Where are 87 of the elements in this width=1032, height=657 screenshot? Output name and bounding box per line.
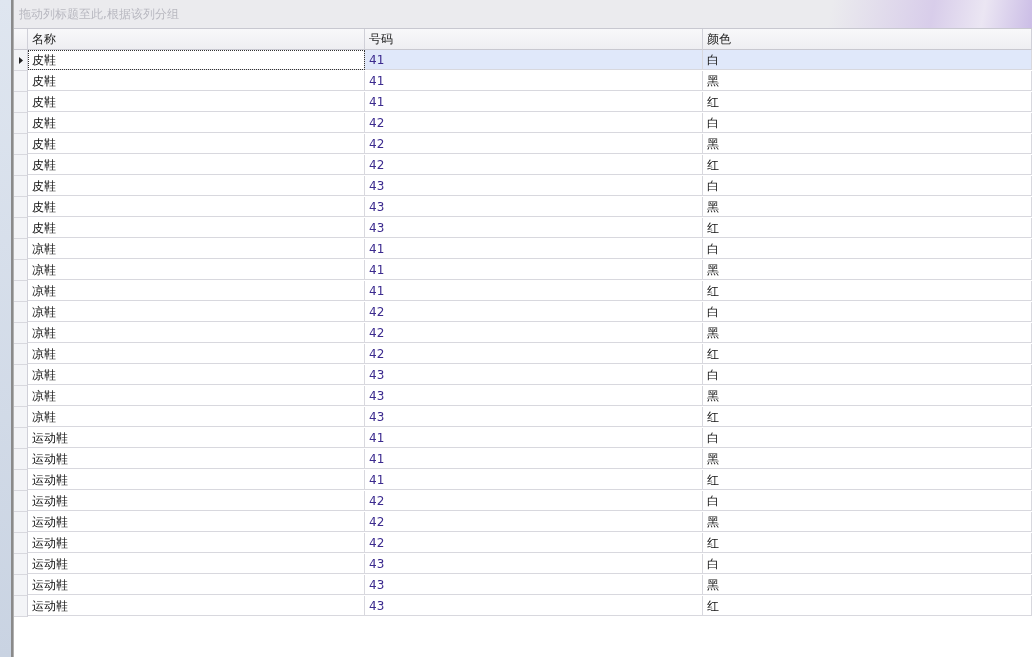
table-cell: 白 xyxy=(703,176,1032,196)
table-cell: 运动鞋 xyxy=(28,470,365,490)
header-corner xyxy=(14,29,28,50)
table-cell: 皮鞋 xyxy=(28,113,365,133)
table-cell: 皮鞋 xyxy=(28,92,365,112)
column-header[interactable]: 号码 xyxy=(365,29,703,50)
table-cell: 白 xyxy=(703,428,1032,448)
table-cell: 白 xyxy=(703,50,1032,70)
table-cell: 凉鞋 xyxy=(28,260,365,280)
table-cell: 凉鞋 xyxy=(28,323,365,343)
table-cell: 凉鞋 xyxy=(28,407,365,427)
table-cell: 42 xyxy=(365,155,703,175)
table-cell: 白 xyxy=(703,239,1032,259)
table-cell: 皮鞋 xyxy=(28,134,365,154)
table-cell: 红 xyxy=(703,344,1032,364)
table-cell: 41 xyxy=(365,428,703,448)
table-cell: 皮鞋 xyxy=(28,71,365,91)
table-cell: 红 xyxy=(703,281,1032,301)
table-cell: 红 xyxy=(703,155,1032,175)
table-cell: 凉鞋 xyxy=(28,365,365,385)
table-cell: 白 xyxy=(703,554,1032,574)
table-cell: 41 xyxy=(365,260,703,280)
table-cell: 红 xyxy=(703,92,1032,112)
table-cell: 红 xyxy=(703,470,1032,490)
table-cell: 41 xyxy=(365,281,703,301)
table-cell: 42 xyxy=(365,134,703,154)
table-cell: 42 xyxy=(365,113,703,133)
table-cell: 41 xyxy=(365,92,703,112)
table-cell: 43 xyxy=(365,365,703,385)
table-cell: 白 xyxy=(703,302,1032,322)
table-cell: 42 xyxy=(365,491,703,511)
table-cell: 凉鞋 xyxy=(28,281,365,301)
table-cell: 运动鞋 xyxy=(28,596,365,616)
table-cell: 白 xyxy=(703,113,1032,133)
current-row-icon xyxy=(18,56,23,64)
table-cell: 凉鞋 xyxy=(28,344,365,364)
table-cell: 运动鞋 xyxy=(28,575,365,595)
table-cell: 42 xyxy=(365,512,703,532)
table-cell: 运动鞋 xyxy=(28,428,365,448)
table-cell: 皮鞋 xyxy=(28,155,365,175)
table-cell: 凉鞋 xyxy=(28,386,365,406)
table-cell: 黑 xyxy=(703,386,1032,406)
table-cell: 42 xyxy=(365,323,703,343)
table-cell: 红 xyxy=(703,407,1032,427)
table-cell: 41 xyxy=(365,50,703,70)
table-cell: 白 xyxy=(703,365,1032,385)
table-cell: 41 xyxy=(365,449,703,469)
table-cell: 红 xyxy=(703,596,1032,616)
table-cell: 运动鞋 xyxy=(28,533,365,553)
table-cell: 43 xyxy=(365,554,703,574)
table-cell: 42 xyxy=(365,302,703,322)
table-cell: 运动鞋 xyxy=(28,512,365,532)
table-cell: 黑 xyxy=(703,197,1032,217)
table-cell: 皮鞋 xyxy=(28,176,365,196)
table-cell: 43 xyxy=(365,386,703,406)
column-header[interactable]: 颜色 xyxy=(703,29,1032,50)
table-cell: 41 xyxy=(365,239,703,259)
table-cell: 黑 xyxy=(703,71,1032,91)
table-cell: 黑 xyxy=(703,512,1032,532)
table-cell: 43 xyxy=(365,596,703,616)
table-cell: 黑 xyxy=(703,575,1032,595)
table-cell: 运动鞋 xyxy=(28,449,365,469)
table-cell: 43 xyxy=(365,407,703,427)
table-cell: 凉鞋 xyxy=(28,239,365,259)
table-cell: 42 xyxy=(365,533,703,553)
table-cell: 皮鞋 xyxy=(28,50,365,70)
table-cell: 凉鞋 xyxy=(28,302,365,322)
table-cell: 运动鞋 xyxy=(28,554,365,574)
table-cell: 43 xyxy=(365,575,703,595)
table-cell: 41 xyxy=(365,71,703,91)
table-cell: 41 xyxy=(365,470,703,490)
table-cell: 43 xyxy=(365,176,703,196)
table-cell: 红 xyxy=(703,533,1032,553)
table-cell: 皮鞋 xyxy=(28,197,365,217)
table-cell: 黑 xyxy=(703,134,1032,154)
table-cell: 皮鞋 xyxy=(28,218,365,238)
table-cell: 黑 xyxy=(703,260,1032,280)
table-cell: 43 xyxy=(365,218,703,238)
table-cell: 43 xyxy=(365,197,703,217)
row-indicator[interactable] xyxy=(14,50,28,71)
table-cell: 42 xyxy=(365,344,703,364)
column-header[interactable]: 名称 xyxy=(28,29,365,50)
table-cell: 运动鞋 xyxy=(28,491,365,511)
table-cell: 黑 xyxy=(703,323,1032,343)
table-cell: 黑 xyxy=(703,449,1032,469)
table-cell: 白 xyxy=(703,491,1032,511)
table-cell: 红 xyxy=(703,218,1032,238)
